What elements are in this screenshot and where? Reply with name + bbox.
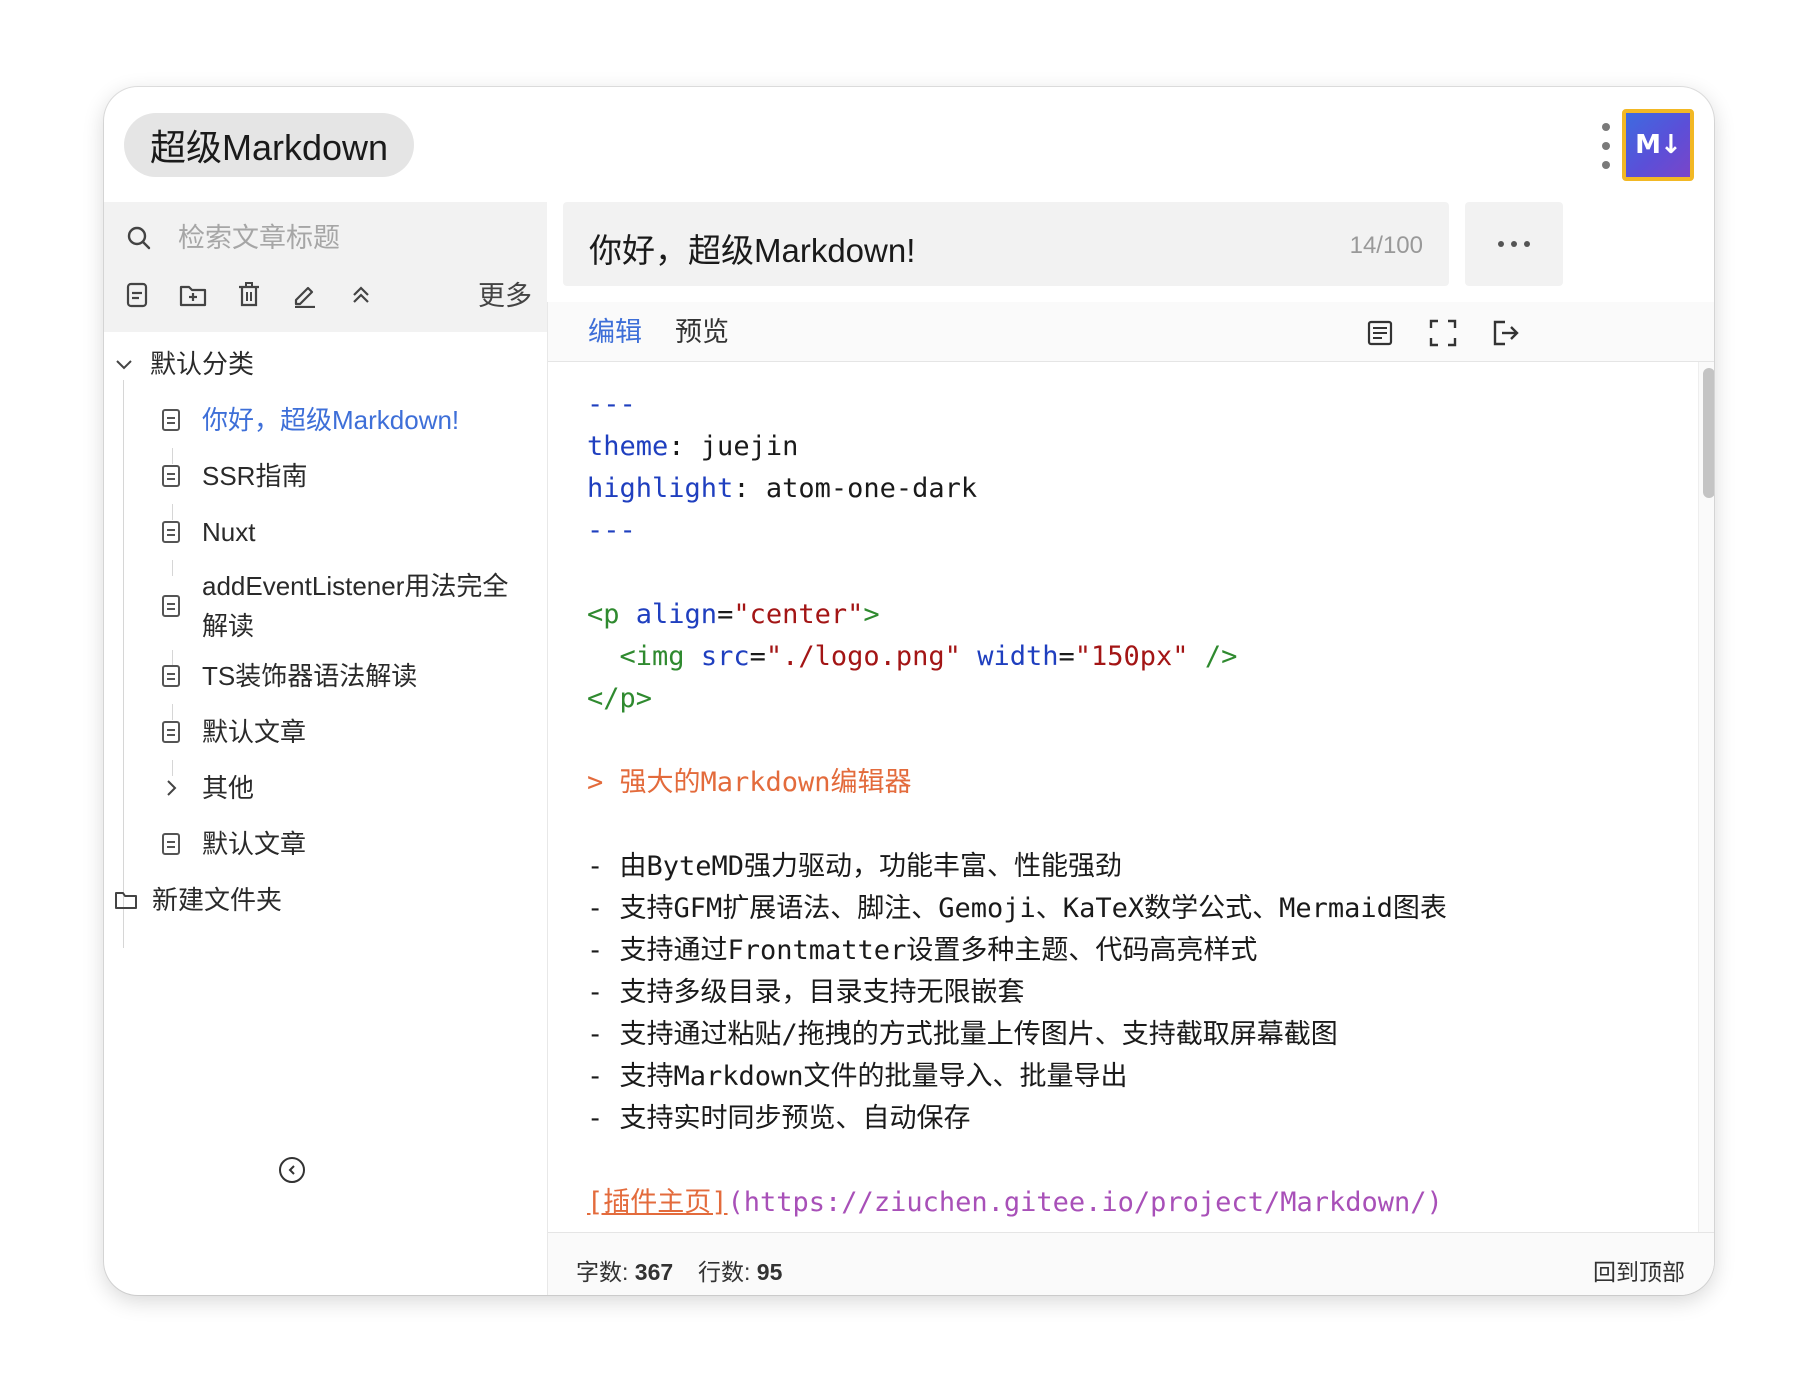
code-line: </p> — [587, 683, 653, 714]
code-line: theme: juejin — [587, 431, 799, 462]
search-bar — [126, 218, 508, 258]
document-icon — [162, 595, 180, 617]
delete-icon[interactable] — [234, 280, 264, 310]
toc-icon[interactable] — [1363, 316, 1397, 350]
code-line: - 支持实时同步预览、自动保存 — [587, 1103, 971, 1134]
code-line: --- — [587, 515, 636, 546]
code-line: highlight: atom-one-dark — [587, 473, 978, 504]
app-title: 超级Markdown — [124, 113, 415, 177]
tab-preview[interactable]: 预览 — [675, 316, 729, 348]
sidebar-toolbar: 更多 — [122, 280, 532, 320]
document-icon — [162, 721, 180, 743]
scrollbar-thumb[interactable] — [1703, 368, 1714, 498]
code-line: <p align="center"> — [587, 599, 880, 630]
document-icon — [162, 521, 180, 543]
line-count: 行数: 95 — [698, 1259, 783, 1285]
collapse-sidebar-icon[interactable] — [279, 1157, 305, 1183]
code-line: - 支持GFM扩展语法、脚注、Gemoji、KaTeX数学公式、Mermaid图… — [587, 893, 1447, 924]
tree-item-default-article[interactable]: 默认文章 — [162, 712, 306, 752]
code-line: [插件主页](https://ziuchen.gitee.io/project/… — [587, 1187, 1443, 1218]
tree-item-nuxt[interactable]: Nuxt — [162, 512, 255, 552]
sidebar-header: 更多 — [104, 202, 547, 332]
document-icon — [162, 465, 180, 487]
more-options-icon[interactable] — [1465, 202, 1563, 286]
code-editor[interactable]: --- theme: juejin highlight: atom-one-da… — [548, 362, 1698, 1232]
markdown-editor: 编辑 预览 --- theme: juejin highlight: atom-… — [547, 302, 1714, 1295]
editor-toolbar: 编辑 预览 — [548, 302, 1714, 362]
tree-guide-line — [123, 380, 124, 948]
more-button[interactable]: 更多 — [478, 280, 532, 312]
new-folder-item[interactable]: 新建文件夹 — [114, 880, 282, 920]
app-title-text: 超级Markdown — [150, 127, 389, 168]
search-input[interactable] — [178, 222, 508, 254]
document-icon — [162, 665, 180, 687]
editor-scrollbar[interactable] — [1698, 362, 1714, 1232]
tree-item-addeventlistener[interactable]: addEventListener用法完全 解读 — [162, 566, 508, 646]
editor-status-bar: 字数: 367 行数: 95 回到顶部 — [548, 1232, 1714, 1295]
tree-item-hello[interactable]: 你好，超级Markdown! — [162, 400, 459, 440]
code-line: > 强大的Markdown编辑器 — [587, 767, 912, 798]
search-icon — [127, 226, 151, 250]
tree-item-ssr[interactable]: SSR指南 — [162, 456, 307, 496]
title-char-counter: 14/100 — [1349, 232, 1423, 259]
document-title[interactable]: 你好，超级Markdown! — [589, 224, 915, 272]
rename-icon[interactable] — [290, 280, 320, 310]
document-icon — [162, 833, 180, 855]
tree-item-default-article-2[interactable]: 默认文章 — [162, 824, 306, 864]
char-count: 字数: 367 — [576, 1259, 674, 1285]
fullscreen-icon[interactable] — [1426, 316, 1460, 350]
code-line: - 支持Markdown文件的批量导入、批量导出 — [587, 1061, 1128, 1092]
new-folder-icon[interactable] — [178, 280, 208, 310]
code-line: --- — [587, 389, 636, 420]
code-line: - 支持通过Frontmatter设置多种主题、代码高亮样式 — [587, 935, 1258, 966]
chevron-right-icon — [167, 780, 177, 796]
code-line: - 支持多级目录，目录支持无限嵌套 — [587, 977, 1025, 1008]
app-window: 超级Markdown M↓ 检索文章标题 更多 默认分类 你好，超级Markdo… — [104, 87, 1714, 1295]
tab-edit[interactable]: 编辑 — [588, 316, 642, 348]
code-line: - 支持通过粘贴/拖拽的方式批量上传图片、支持截取屏幕截图 — [587, 1019, 1338, 1050]
code-line: <img src="./logo.png" width="150px" /> — [619, 641, 1238, 672]
tree-item-other-folder[interactable]: 其他 — [162, 768, 254, 808]
back-to-top-button[interactable]: 回到顶部 — [1593, 1253, 1685, 1287]
category-default[interactable]: 默认分类 — [114, 344, 254, 384]
exit-icon[interactable] — [1489, 316, 1523, 350]
markdown-logo-text: M↓ — [1635, 130, 1682, 160]
markdown-logo-icon[interactable]: M↓ — [1622, 109, 1694, 181]
document-title-field[interactable]: 你好，超级Markdown! 14/100 — [563, 202, 1449, 286]
plugin-home-link[interactable]: [插件主页] — [587, 1187, 728, 1218]
code-line: - 由ByteMD强力驱动，功能丰富、性能强劲 — [587, 851, 1123, 882]
new-file-icon[interactable] — [122, 280, 152, 310]
collapse-all-icon[interactable] — [346, 280, 376, 310]
tree-item-ts-decorators[interactable]: TS装饰器语法解读 — [162, 656, 417, 696]
folder-icon — [115, 892, 137, 909]
sidebar: 更多 默认分类 你好，超级Markdown! SSR指南 Nuxt — [104, 202, 547, 1295]
document-icon — [162, 409, 180, 431]
window-menu-icon[interactable] — [1594, 123, 1618, 169]
chevron-down-icon — [116, 360, 132, 370]
